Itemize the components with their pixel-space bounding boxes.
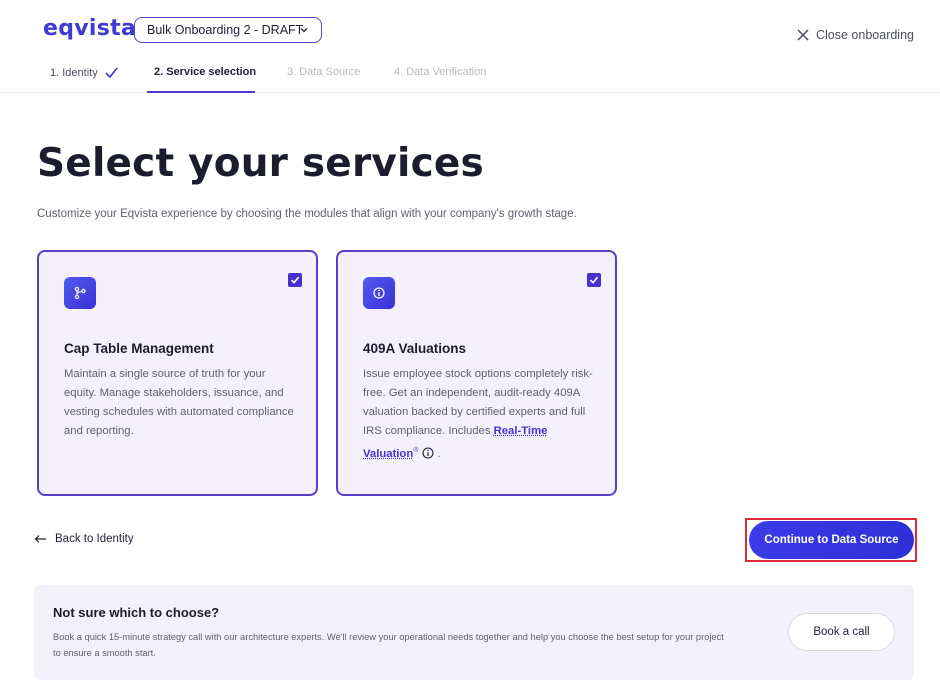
page-title: Select your services xyxy=(37,141,484,186)
card-description-text: Issue employee stock options completely … xyxy=(363,368,593,437)
info-circle-icon xyxy=(363,277,395,309)
service-card-409a[interactable]: 409A Valuations Issue employee stock opt… xyxy=(336,250,617,496)
checkmark-icon xyxy=(589,276,599,284)
close-icon xyxy=(797,29,809,41)
card-title: 409A Valuations xyxy=(363,341,467,356)
book-call-button[interactable]: Book a call xyxy=(788,613,895,651)
continue-button[interactable]: Continue to Data Source xyxy=(749,521,914,559)
card-description-suffix: . xyxy=(437,447,441,460)
cap-table-checkbox[interactable] xyxy=(288,273,302,287)
card-description: Issue employee stock options completely … xyxy=(363,365,595,464)
registered-mark: ® xyxy=(413,447,419,454)
close-onboarding-button[interactable]: Close onboarding xyxy=(796,28,914,42)
eqvista-logo[interactable]: eqvista xyxy=(43,16,136,41)
409a-checkbox[interactable] xyxy=(587,273,601,287)
back-button-label: Back to Identity xyxy=(55,533,134,545)
step-data-verification: 4. Data Verification xyxy=(394,66,487,78)
step-identity[interactable]: 1. Identity xyxy=(50,66,119,79)
card-description: Maintain a single source of truth for yo… xyxy=(64,368,294,437)
help-text: Book a quick 15-minute strategy call wit… xyxy=(53,632,724,658)
project-select[interactable]: Bulk Onboarding 2 - DRAFT xyxy=(134,17,322,43)
card-title: Cap Table Management xyxy=(64,341,214,356)
active-step-indicator xyxy=(147,91,255,93)
step-data-source: 3. Data Source xyxy=(287,66,361,78)
back-button[interactable]: Back to Identity xyxy=(34,533,134,545)
project-select-value: Bulk Onboarding 2 - DRAFT xyxy=(147,23,304,37)
arrow-left-icon xyxy=(34,535,46,543)
info-icon[interactable] xyxy=(422,447,434,459)
page-subtitle: Customize your Eqvista experience by cho… xyxy=(37,208,577,220)
close-onboarding-label: Close onboarding xyxy=(816,28,914,42)
step-identity-label: 1. Identity xyxy=(50,66,98,79)
checkmark-icon xyxy=(105,67,118,79)
help-title: Not sure which to choose? xyxy=(53,605,220,620)
service-card-cap-table[interactable]: Cap Table Management Maintain a single s… xyxy=(37,250,318,496)
step-service-selection[interactable]: 2. Service selection xyxy=(154,66,256,78)
stepper: 1. Identity 2. Service selection 3. Data… xyxy=(0,58,940,93)
help-panel: Not sure which to choose? Book a quick 1… xyxy=(34,585,914,680)
chevron-down-icon xyxy=(300,28,308,33)
branch-icon xyxy=(64,277,96,309)
checkmark-icon xyxy=(290,276,300,284)
